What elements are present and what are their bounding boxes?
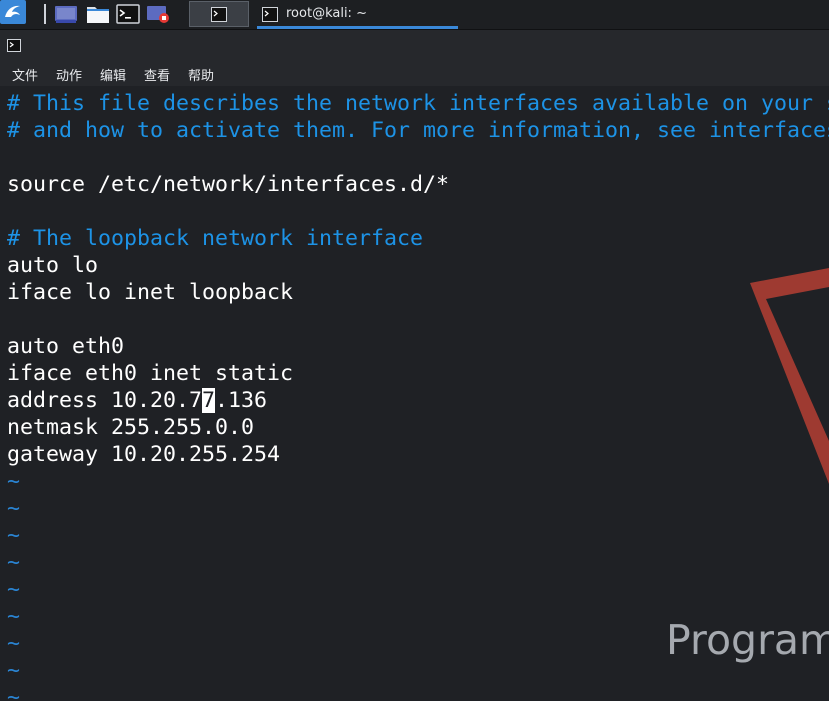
empty-line-marker: ~ [7, 631, 21, 656]
taskbar: root@kali: ~ [0, 0, 829, 30]
line-text: address 10.20.7 [7, 388, 203, 413]
empty-line-marker: ~ [7, 685, 21, 701]
wallpaper-watermark: Program [666, 616, 829, 664]
terminal-icon [262, 7, 278, 22]
editor-line: address 10.20.77.136 [7, 387, 267, 414]
empty-line-marker: ~ [7, 550, 21, 575]
editor-line: auto lo [7, 253, 99, 278]
kali-dragon-icon[interactable] [0, 0, 26, 24]
empty-line-marker: ~ [7, 496, 21, 521]
taskbar-terminal-window-button[interactable] [189, 1, 249, 27]
desktop-icon[interactable] [54, 3, 78, 25]
menu-file[interactable]: 文件 [12, 65, 38, 84]
editor-line: # This file describes the network interf… [7, 91, 829, 116]
taskbar-separator [44, 4, 46, 24]
file-manager-icon[interactable] [86, 3, 110, 25]
text-cursor: 7 [202, 388, 216, 413]
menu-view[interactable]: 查看 [144, 65, 170, 84]
terminal-editor-area[interactable]: Program # This file describes the networ… [0, 86, 829, 701]
editor-line: auto eth0 [7, 334, 125, 359]
desktop-screen: root@kali: ~ 文件 动作 编辑 查看 帮助 Program # Th… [0, 0, 829, 701]
terminal-icon[interactable] [116, 3, 140, 25]
terminal-icon [7, 39, 21, 52]
empty-line-marker: ~ [7, 523, 21, 548]
editor-line: netmask 255.255.0.0 [7, 415, 255, 440]
empty-line-marker: ~ [7, 604, 21, 629]
editor-line: # and how to activate them. For more inf… [7, 118, 829, 143]
active-window-indicator [257, 26, 458, 29]
screen-recorder-icon[interactable] [146, 3, 170, 25]
menu-help[interactable]: 帮助 [188, 65, 214, 84]
window-title: root@kali: ~ [286, 6, 367, 21]
terminal-icon [211, 7, 227, 22]
editor-line: iface eth0 inet static [7, 361, 294, 386]
menu-actions[interactable]: 动作 [56, 65, 82, 84]
empty-line-marker: ~ [7, 577, 21, 602]
menu-bar: 文件 动作 编辑 查看 帮助 [0, 60, 829, 86]
editor-line: # The loopback network interface [7, 226, 424, 251]
menu-edit[interactable]: 编辑 [100, 65, 126, 84]
line-text: .136 [215, 388, 268, 413]
empty-line-marker: ~ [7, 658, 21, 683]
editor-line: source /etc/network/interfaces.d/* [7, 172, 450, 197]
window-titlebar[interactable] [0, 30, 829, 60]
editor-line: iface lo inet loopback [7, 280, 294, 305]
taskbar-window-root-kali[interactable]: root@kali: ~ [257, 0, 458, 29]
empty-line-marker: ~ [7, 469, 21, 494]
editor-line: gateway 10.20.255.254 [7, 442, 281, 467]
